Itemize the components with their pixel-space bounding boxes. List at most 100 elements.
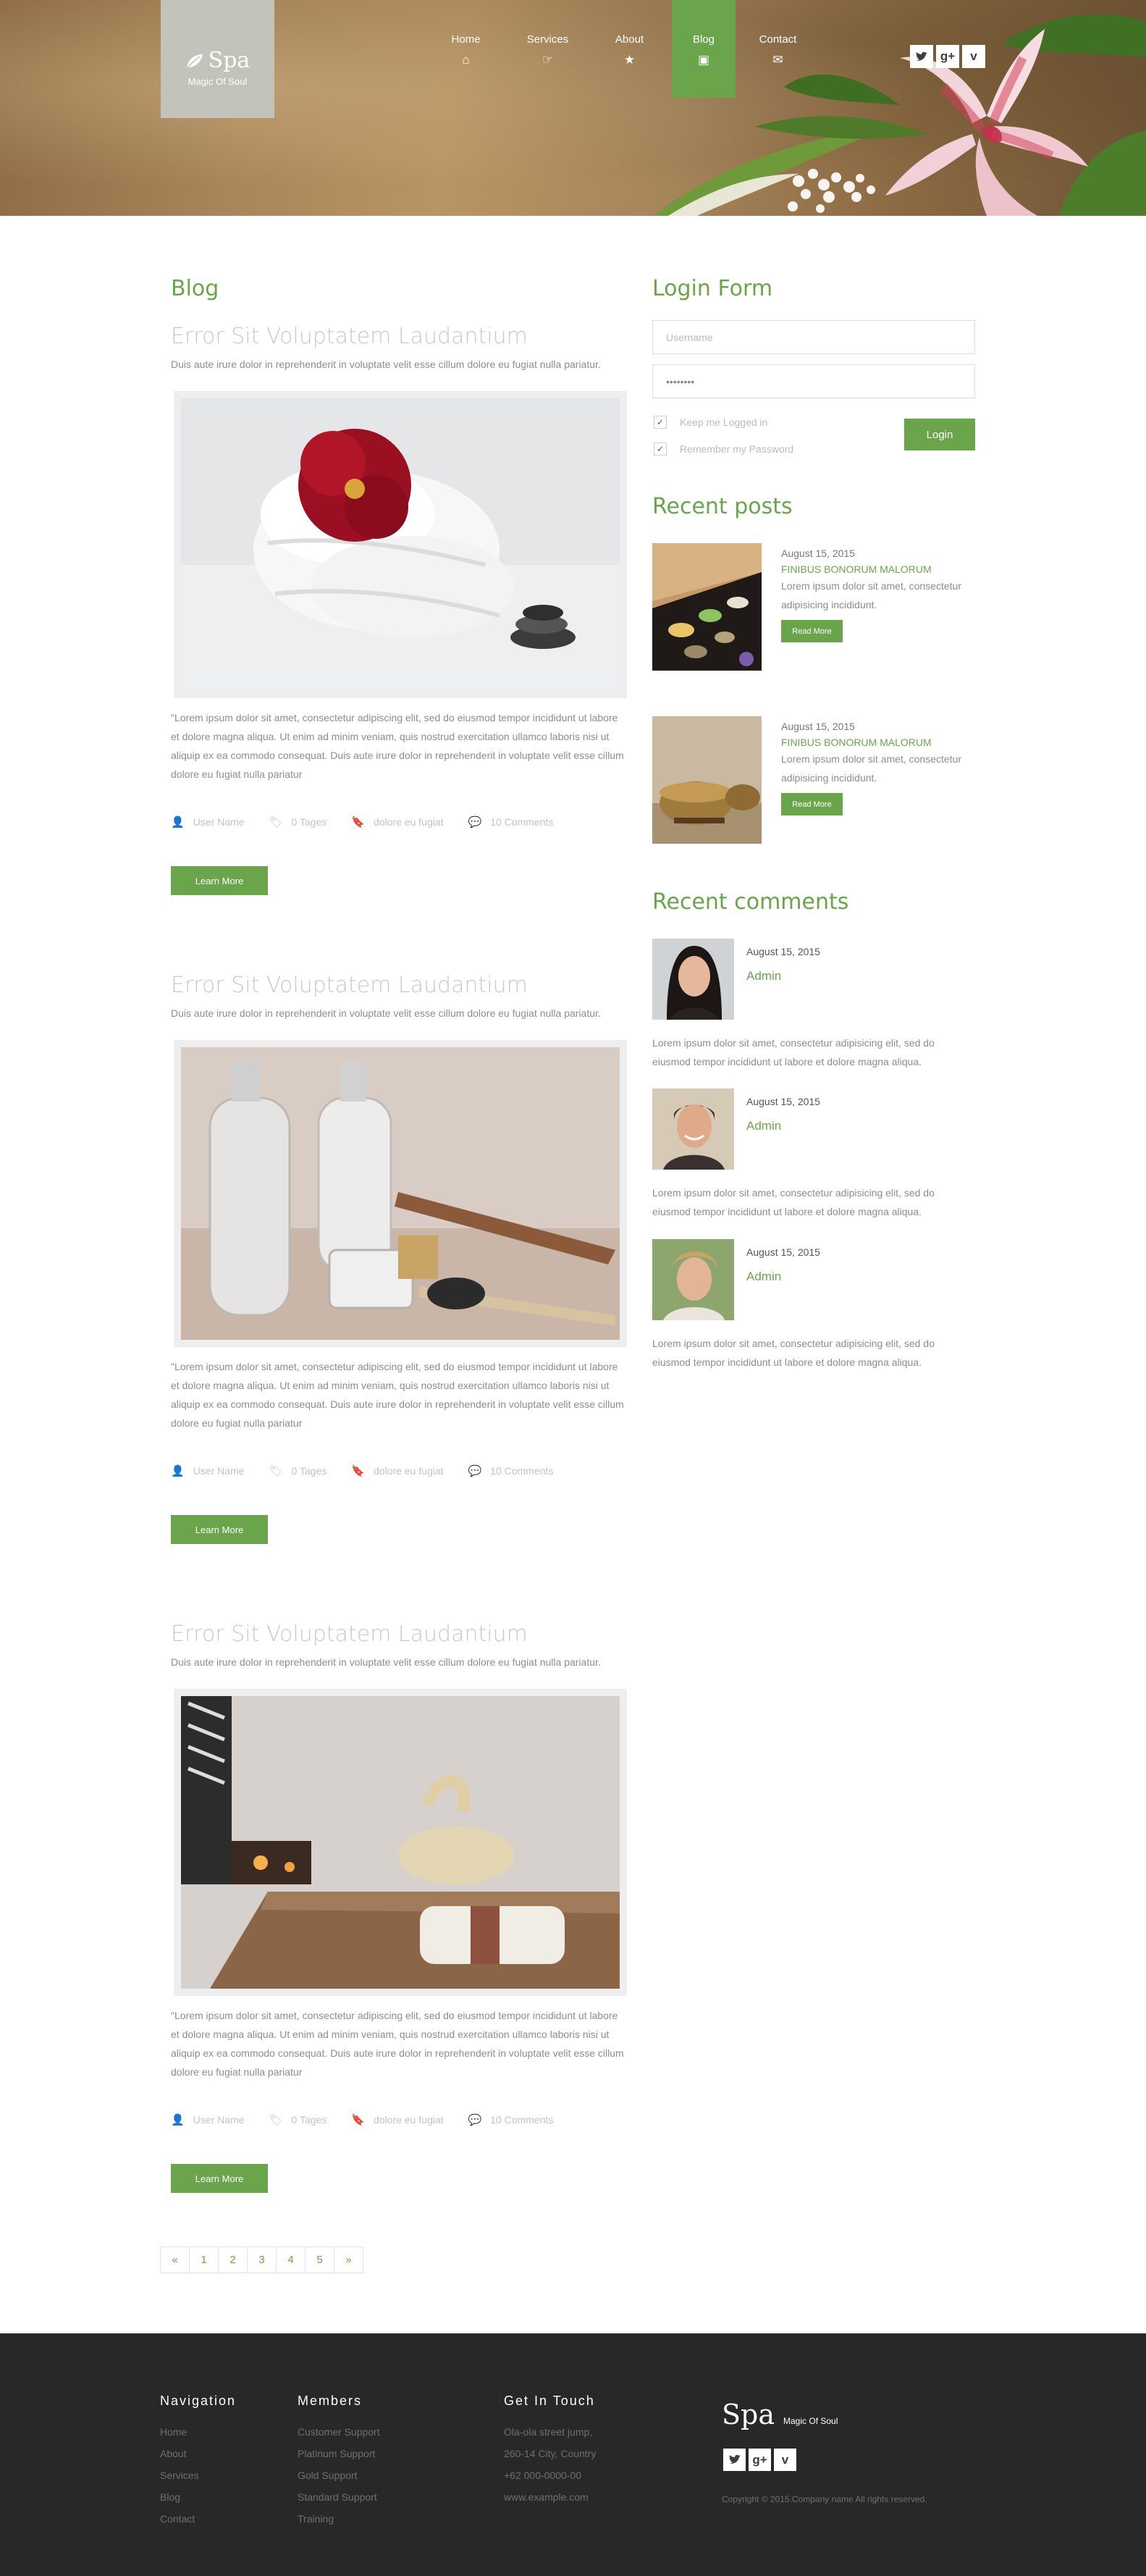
nav-services[interactable]: Services ☞	[507, 0, 589, 98]
recent-post-category[interactable]: FINIBUS BONORUM MALORUM	[781, 563, 980, 575]
keep-logged-in-checkbox[interactable]: ✓	[654, 416, 667, 429]
twitter-icon[interactable]	[723, 2449, 746, 2471]
nav-about-label: About	[615, 33, 644, 46]
blog-post: Error Sit Voluptatem Laudantium Duis aut…	[171, 324, 627, 895]
password-input[interactable]	[652, 364, 975, 398]
post-meta: 👤 User Name 🏷 0 Tages 🔖 dolore eu fugiat 💬 1…	[171, 1464, 627, 1477]
recent-post-thumb-bowls[interactable]	[652, 716, 762, 844]
pagination-page[interactable]: 5	[305, 2246, 334, 2273]
footer-link[interactable]: Contact	[160, 2508, 236, 2530]
footer-link[interactable]: Standard Support	[298, 2486, 380, 2508]
recent-post-date: August 15, 2015	[781, 721, 855, 732]
comment-author[interactable]: Admin	[746, 969, 820, 983]
post-category-label: dolore eu fugiat	[374, 2114, 444, 2126]
logo[interactable]: Spa Magic Of Soul	[161, 0, 274, 118]
hand-pointer-icon: ☞	[542, 53, 554, 67]
footer-link[interactable]: Gold Support	[298, 2464, 380, 2486]
recent-comments-heading: Recent comments	[652, 889, 849, 915]
post-tags[interactable]: 🏷 0 Tages	[269, 2113, 326, 2126]
nav-contact[interactable]: Contact ✉	[737, 0, 819, 98]
footer-social-links: g+ v	[723, 2449, 796, 2471]
google-plus-icon[interactable]: g+	[749, 2449, 771, 2471]
learn-more-button[interactable]: Learn More	[171, 1515, 268, 1544]
post-title[interactable]: Error Sit Voluptatem Laudantium	[171, 1621, 627, 1647]
pagination-page[interactable]: 2	[218, 2246, 248, 2273]
recent-post-item: August 15, 2015 FINIBUS BONORUM MALORUM …	[652, 543, 978, 671]
pagination-prev[interactable]: «	[160, 2246, 190, 2273]
comment-text: Lorem ipsum dolor sit amet, consectetur …	[652, 1338, 935, 1368]
twitter-icon[interactable]	[910, 45, 933, 68]
post-title[interactable]: Error Sit Voluptatem Laudantium	[171, 324, 627, 349]
recent-posts-heading: Recent posts	[652, 494, 793, 519]
post-comments[interactable]: 💬 10 Comments	[468, 1464, 554, 1477]
post-category[interactable]: 🔖 dolore eu fugiat	[351, 1464, 443, 1477]
vimeo-icon[interactable]: v	[962, 45, 985, 68]
post-meta: 👤 User Name 🏷 0 Tages 🔖 dolore eu fugiat 💬 1…	[171, 815, 627, 828]
commenter-avatar[interactable]	[652, 939, 734, 1020]
footer-link[interactable]: Blog	[160, 2486, 236, 2508]
pagination-page[interactable]: 1	[189, 2246, 219, 2273]
post-tags[interactable]: 🏷 0 Tages	[269, 1464, 326, 1477]
post-author[interactable]: 👤 User Name	[171, 815, 244, 828]
post-author-name: User Name	[193, 2114, 245, 2126]
footer-website[interactable]: www.example.com	[504, 2486, 596, 2508]
main-navigation: Home ⌂ Services ☞ About ★ Blog ▣ Contact…	[425, 0, 819, 98]
picture-icon: ▣	[697, 53, 710, 67]
google-plus-icon[interactable]: g+	[936, 45, 959, 68]
comment-date: August 15, 2015	[746, 1246, 820, 1258]
post-image-towels	[174, 391, 627, 698]
comment-meta: August 15, 2015 Admin	[746, 1096, 820, 1133]
logo-tagline: Magic Of Soul	[188, 76, 248, 87]
read-more-button[interactable]: Read More	[781, 793, 843, 815]
comment-date: August 15, 2015	[746, 1096, 820, 1107]
footer-phone: +62 000-0000-00	[504, 2470, 582, 2481]
post-author[interactable]: 👤 User Name	[171, 2113, 244, 2126]
commenter-avatar[interactable]	[652, 1239, 734, 1320]
remember-password-row[interactable]: ✓ Remember my Password	[654, 442, 793, 456]
bookmark-icon: 🔖	[351, 1465, 365, 1477]
pagination-next[interactable]: »	[334, 2246, 363, 2273]
nav-blog[interactable]: Blog ▣	[672, 0, 736, 98]
post-tags[interactable]: 🏷 0 Tages	[269, 815, 326, 828]
header-banner: Spa Magic Of Soul Home ⌂ Services ☞ Abou…	[0, 0, 1146, 216]
pagination-page[interactable]: 3	[247, 2246, 277, 2273]
comment-author[interactable]: Admin	[746, 1119, 820, 1133]
commenter-avatar[interactable]	[652, 1088, 734, 1170]
recent-post-category[interactable]: FINIBUS BONORUM MALORUM	[781, 737, 980, 748]
comment-author[interactable]: Admin	[746, 1270, 820, 1284]
remember-password-checkbox[interactable]: ✓	[654, 442, 667, 456]
nav-about[interactable]: About ★	[589, 0, 670, 98]
comment-date: August 15, 2015	[746, 946, 820, 957]
nav-home-label: Home	[451, 33, 481, 46]
keep-logged-in-row[interactable]: ✓ Keep me Logged in	[654, 416, 767, 429]
login-button[interactable]: Login	[904, 419, 975, 450]
post-category[interactable]: 🔖 dolore eu fugiat	[351, 815, 443, 828]
learn-more-button[interactable]: Learn More	[171, 2164, 268, 2193]
footer-link[interactable]: Home	[160, 2421, 236, 2443]
footer-contact-heading: Get In Touch	[504, 2394, 595, 2408]
learn-more-button[interactable]: Learn More	[171, 866, 268, 895]
footer-link[interactable]: Customer Support	[298, 2421, 380, 2443]
comment-icon: 💬	[468, 816, 482, 828]
post-body: "Lorem ipsum dolor sit amet, consectetur…	[171, 1361, 624, 1429]
footer-link[interactable]: Training	[298, 2508, 380, 2530]
read-more-button[interactable]: Read More	[781, 620, 843, 642]
username-input[interactable]	[652, 320, 975, 354]
footer-link[interactable]: Platinum Support	[298, 2443, 380, 2464]
comment-text: Lorem ipsum dolor sit amet, consectetur …	[652, 1187, 935, 1217]
post-title[interactable]: Error Sit Voluptatem Laudantium	[171, 973, 627, 998]
post-comments[interactable]: 💬 10 Comments	[468, 815, 554, 828]
recent-post-thumb-salts[interactable]	[652, 543, 762, 671]
footer-link[interactable]: About	[160, 2443, 236, 2464]
post-author[interactable]: 👤 User Name	[171, 1464, 244, 1477]
post-comments[interactable]: 💬 10 Comments	[468, 2113, 554, 2126]
footer-logo[interactable]: Spa Magic Of Soul	[722, 2399, 838, 2430]
pagination-page[interactable]: 4	[276, 2246, 306, 2273]
vimeo-icon[interactable]: v	[774, 2449, 796, 2471]
post-category[interactable]: 🔖 dolore eu fugiat	[351, 2113, 443, 2126]
post-tags-label: 0 Tages	[291, 2114, 327, 2126]
header-social-links: g+ v	[910, 45, 985, 68]
footer-link[interactable]: Services	[160, 2464, 236, 2486]
post-body: "Lorem ipsum dolor sit amet, consectetur…	[171, 2010, 624, 2078]
nav-home[interactable]: Home ⌂	[425, 0, 507, 98]
